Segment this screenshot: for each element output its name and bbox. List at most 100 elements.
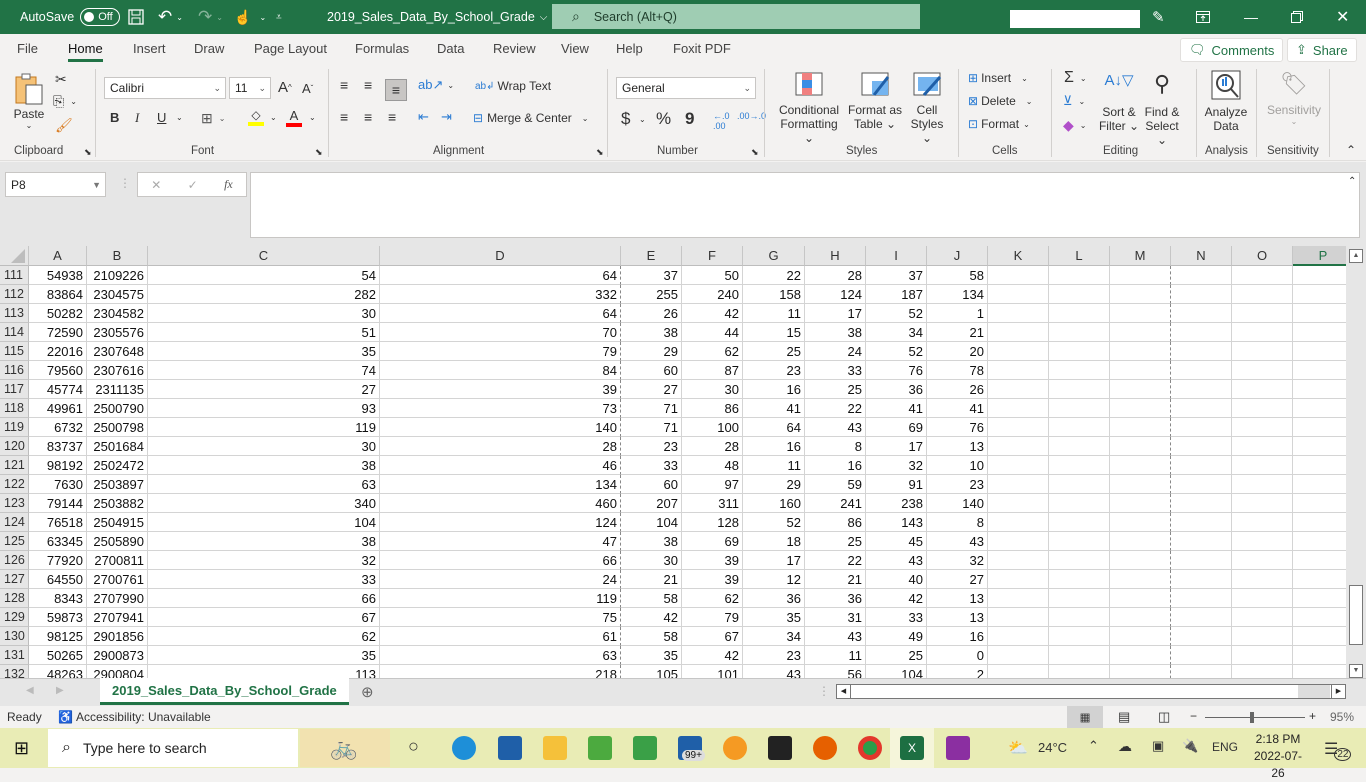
cell[interactable]: 63345 bbox=[29, 532, 87, 551]
italic-button[interactable]: I bbox=[135, 110, 139, 126]
cell[interactable]: 33 bbox=[805, 361, 866, 380]
cell[interactable] bbox=[988, 361, 1049, 380]
accessibility-status[interactable]: ♿ Accessibility: Unavailable bbox=[58, 710, 211, 724]
cell[interactable]: 2700811 bbox=[87, 551, 148, 570]
column-header-c[interactable]: C bbox=[148, 246, 380, 266]
align-right-icon[interactable]: ≡ bbox=[388, 109, 396, 125]
cell[interactable] bbox=[1049, 361, 1110, 380]
cell[interactable]: 26 bbox=[927, 380, 988, 399]
cell[interactable]: 67 bbox=[682, 627, 743, 646]
horizontal-scrollbar[interactable]: ◀ ▶ bbox=[836, 684, 1346, 699]
cell[interactable]: 100 bbox=[682, 418, 743, 437]
clear-icon[interactable]: ◆ ⌄ bbox=[1063, 117, 1086, 134]
cell[interactable]: 2505890 bbox=[87, 532, 148, 551]
copy-icon[interactable]: ⎘ ⌄ bbox=[53, 93, 77, 110]
fill-icon[interactable]: ⊻ ⌄ bbox=[1063, 93, 1085, 109]
currency-button[interactable]: $ bbox=[621, 109, 630, 129]
cell[interactable] bbox=[1232, 304, 1293, 323]
cell[interactable] bbox=[1049, 323, 1110, 342]
cell[interactable]: 30 bbox=[682, 380, 743, 399]
cell[interactable] bbox=[1171, 475, 1232, 494]
cell[interactable] bbox=[1110, 285, 1171, 304]
increase-font-icon[interactable]: A ^ bbox=[278, 79, 292, 96]
cell[interactable]: 63 bbox=[148, 475, 380, 494]
cell[interactable]: 98125 bbox=[29, 627, 87, 646]
windows-start-icon[interactable]: ⊞ bbox=[14, 738, 29, 759]
select-all-corner[interactable] bbox=[0, 246, 29, 266]
cell[interactable] bbox=[1049, 266, 1110, 285]
cell[interactable]: 27 bbox=[927, 570, 988, 589]
cell[interactable] bbox=[1293, 380, 1346, 399]
column-header-d[interactable]: D bbox=[380, 246, 621, 266]
column-header-o[interactable]: O bbox=[1232, 246, 1293, 266]
cell[interactable] bbox=[1049, 418, 1110, 437]
cell[interactable]: 31 bbox=[805, 608, 866, 627]
cell[interactable] bbox=[1171, 342, 1232, 361]
cell[interactable]: 83864 bbox=[29, 285, 87, 304]
cell[interactable] bbox=[1293, 456, 1346, 475]
cell[interactable] bbox=[988, 570, 1049, 589]
cell[interactable] bbox=[988, 380, 1049, 399]
cell[interactable]: 2503897 bbox=[87, 475, 148, 494]
number-launcher-icon[interactable]: ⬊ bbox=[751, 147, 759, 158]
conditional-formatting-button[interactable]: Conditional Formatting ⌄ bbox=[775, 71, 843, 145]
cell[interactable]: 16 bbox=[743, 437, 805, 456]
cancel-icon[interactable]: ✕ bbox=[151, 178, 161, 192]
cell[interactable]: 104 bbox=[148, 513, 380, 532]
cell[interactable] bbox=[988, 589, 1049, 608]
cell[interactable] bbox=[1293, 323, 1346, 342]
cell[interactable] bbox=[1110, 342, 1171, 361]
tab-insert[interactable]: Insert bbox=[133, 41, 166, 56]
cell[interactable]: 29 bbox=[621, 342, 682, 361]
cell[interactable] bbox=[988, 494, 1049, 513]
wrap-text-button[interactable]: ab↲ Wrap Text bbox=[475, 79, 551, 93]
cell[interactable]: 64550 bbox=[29, 570, 87, 589]
cell[interactable] bbox=[1171, 589, 1232, 608]
row-header[interactable]: 126 bbox=[0, 551, 29, 570]
cell[interactable]: 38 bbox=[148, 456, 380, 475]
next-sheet-icon[interactable]: ▶ bbox=[56, 685, 64, 696]
cell[interactable]: 2311135 bbox=[87, 380, 148, 399]
cell[interactable] bbox=[1110, 627, 1171, 646]
cell[interactable]: 2305576 bbox=[87, 323, 148, 342]
cell[interactable]: 460 bbox=[380, 494, 621, 513]
cell[interactable]: 36 bbox=[866, 380, 927, 399]
cell[interactable] bbox=[1110, 646, 1171, 665]
percent-button[interactable]: % bbox=[656, 109, 671, 129]
cell[interactable]: 105 bbox=[621, 665, 682, 678]
cell[interactable] bbox=[1293, 399, 1346, 418]
cell[interactable] bbox=[1049, 513, 1110, 532]
row-header[interactable]: 125 bbox=[0, 532, 29, 551]
cell[interactable]: 79 bbox=[682, 608, 743, 627]
font-launcher-icon[interactable]: ⬊ bbox=[315, 147, 323, 158]
cell[interactable]: 38 bbox=[805, 323, 866, 342]
cell[interactable]: 34 bbox=[743, 627, 805, 646]
cell[interactable]: 2307648 bbox=[87, 342, 148, 361]
insert-cells-button[interactable]: ⊞ Insert ⌄ bbox=[968, 71, 1028, 85]
row-header[interactable]: 130 bbox=[0, 627, 29, 646]
cell[interactable] bbox=[1293, 285, 1346, 304]
cell[interactable] bbox=[1110, 323, 1171, 342]
autosave-toggle[interactable]: Off bbox=[80, 8, 120, 26]
cell[interactable]: 49 bbox=[866, 627, 927, 646]
column-header-g[interactable]: G bbox=[743, 246, 805, 266]
tab-review[interactable]: Review bbox=[493, 41, 536, 56]
row-header[interactable]: 118 bbox=[0, 399, 29, 418]
notification-center-icon[interactable]: ☰ 22 bbox=[1324, 736, 1352, 761]
cell[interactable] bbox=[1293, 475, 1346, 494]
cell[interactable]: 17 bbox=[866, 437, 927, 456]
cell[interactable]: 16 bbox=[743, 380, 805, 399]
cell[interactable]: 83737 bbox=[29, 437, 87, 456]
cell[interactable]: 45 bbox=[866, 532, 927, 551]
cell[interactable]: 34 bbox=[866, 323, 927, 342]
cell[interactable]: 23 bbox=[927, 475, 988, 494]
cell[interactable] bbox=[1171, 285, 1232, 304]
cell[interactable]: 12 bbox=[743, 570, 805, 589]
cell[interactable]: 50282 bbox=[29, 304, 87, 323]
cell[interactable]: 66 bbox=[380, 551, 621, 570]
cell[interactable]: 43 bbox=[805, 418, 866, 437]
cell[interactable] bbox=[988, 475, 1049, 494]
cell[interactable]: 28 bbox=[682, 437, 743, 456]
tab-file[interactable]: File bbox=[17, 41, 38, 56]
cell[interactable] bbox=[1232, 361, 1293, 380]
